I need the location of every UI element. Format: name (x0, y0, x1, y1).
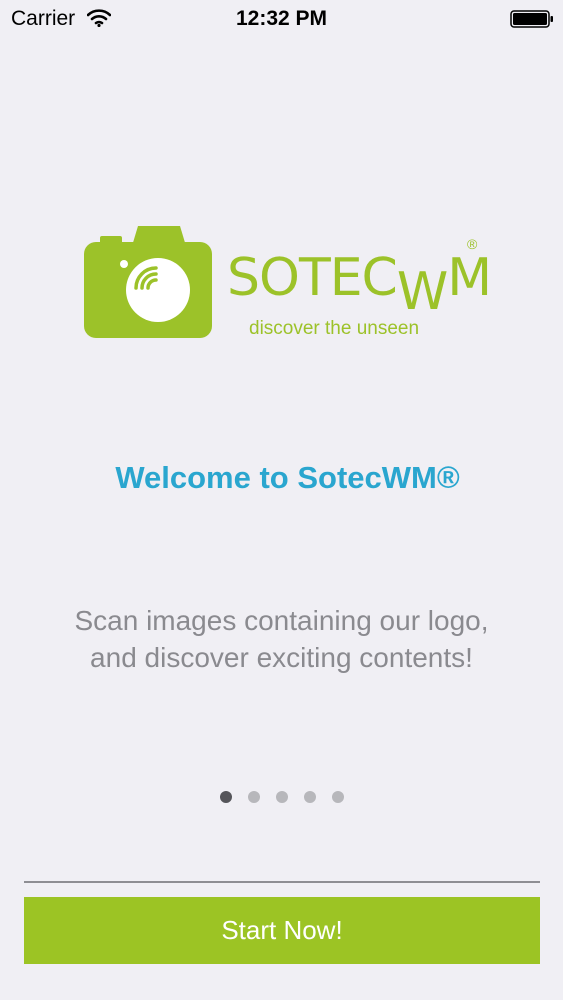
page-dot-4[interactable] (303, 791, 316, 803)
camera-icon (84, 226, 212, 338)
sotecwm-logo: SOTECWM ® discover the unseen (82, 224, 492, 344)
page-dot-2[interactable] (247, 791, 260, 803)
clock: 12:32 PM (235, 7, 328, 30)
welcome-title: Welcome to SotecWM® (115, 460, 460, 495)
onboarding-description: Scan images containing our logo, and dis… (0, 602, 563, 676)
page-indicator[interactable] (0, 791, 563, 805)
status-bar: Carrier 12:32 PM (0, 0, 563, 40)
page-dot-5[interactable] (331, 791, 344, 803)
logo-wordmark-w: W (396, 262, 448, 322)
onboarding-screen: Carrier 12:32 PM SOTECWM ® discover the … (0, 0, 563, 1000)
description-line-1: Scan images containing our logo, (74, 605, 489, 636)
battery-full-icon (510, 10, 553, 28)
logo-tagline: discover the unseen (249, 318, 420, 339)
divider (24, 881, 540, 883)
page-dot-3[interactable] (275, 791, 288, 803)
logo-wordmark-sotec: SOTEC (227, 248, 398, 308)
logo-wordmark: SOTECWM (227, 252, 492, 318)
start-now-button[interactable]: Start Now! (24, 897, 540, 964)
logo-wordmark-m: M (447, 248, 492, 308)
page-dot-1[interactable] (219, 791, 232, 803)
description-line-2: and discover exciting contents! (90, 642, 473, 673)
registered-mark: ® (467, 236, 478, 252)
